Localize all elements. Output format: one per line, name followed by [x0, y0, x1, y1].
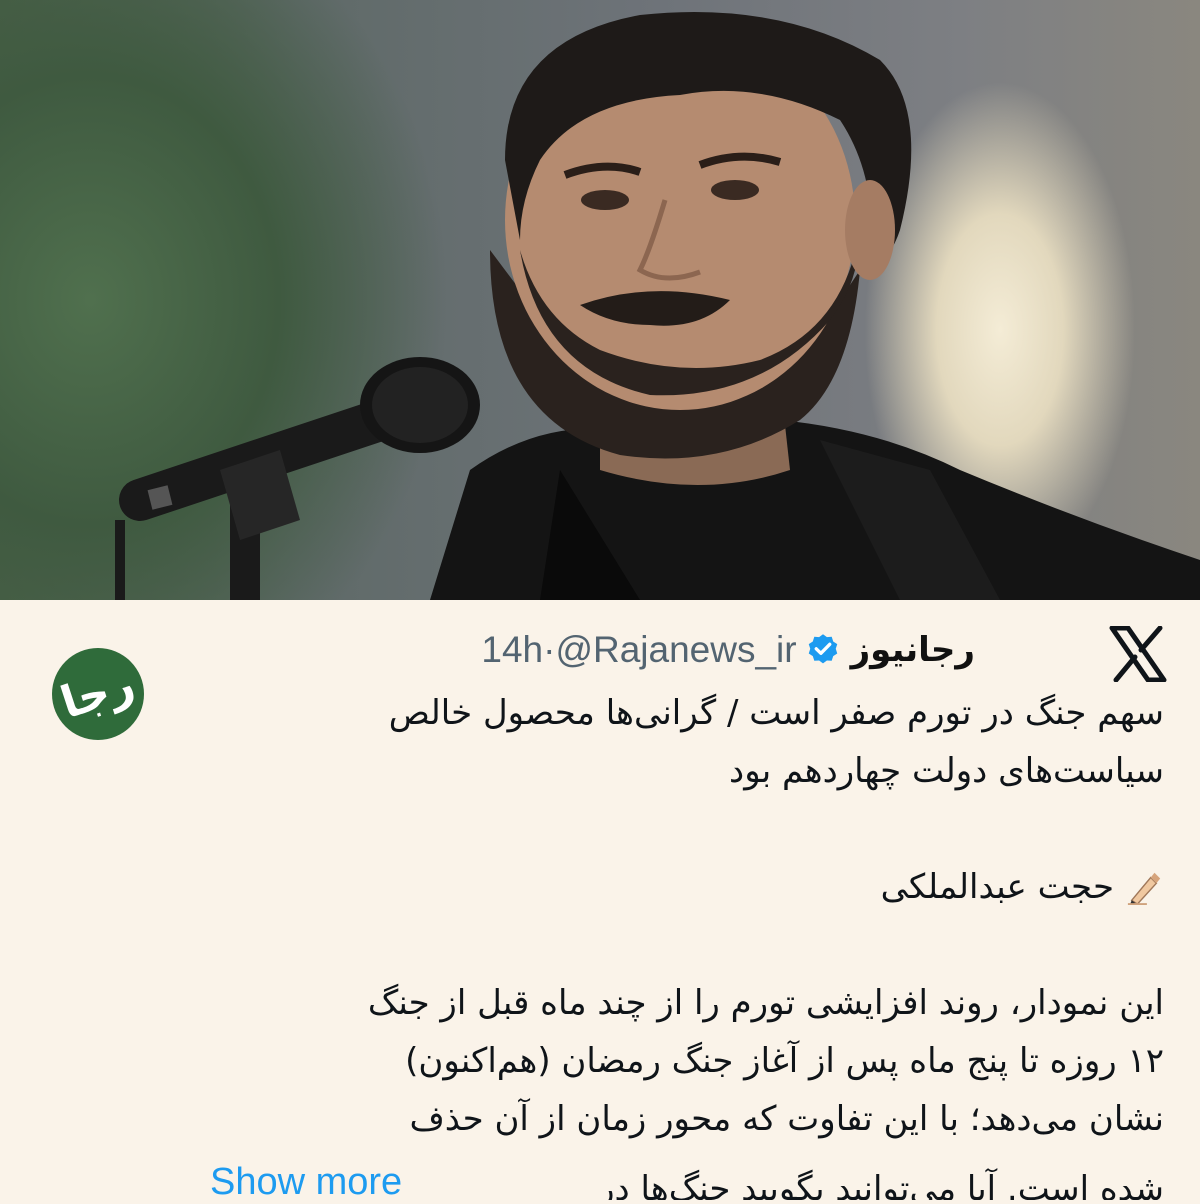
text-line: ۱۲ روزه تا پنج ماه پس از آغاز جنگ رمضان … [405, 1041, 1164, 1081]
x-logo-icon[interactable] [1108, 626, 1168, 682]
text-line: سهم جنگ در تورم صفر است / گرانی‌ها محصول… [388, 693, 1164, 733]
show-more-link[interactable]: Show more [210, 1160, 421, 1204]
avatar[interactable]: رجا [52, 648, 144, 740]
text-line-truncated: شده است. آیا می‌توانید بگویید جنگ‌ها در [598, 1169, 1164, 1200]
verified-badge-icon [808, 634, 837, 664]
author-line: حجت عبدالملکی [164, 858, 1164, 916]
text-line: نشان می‌دهد؛ با این تفاوت که محور زمان ا… [409, 1099, 1164, 1139]
separator-dot: · [543, 629, 556, 670]
writing-hand-icon [1127, 872, 1161, 906]
photo-illustration [114, 12, 1200, 600]
post-time[interactable]: 14h [481, 629, 543, 671]
author-name: حجت عبدالملکی [880, 867, 1114, 907]
user-handle[interactable]: @Rajanews_ir [555, 629, 796, 671]
text-line: این نمودار، روند افزایشی تورم را از چند … [367, 983, 1164, 1023]
post-photo[interactable] [0, 0, 1200, 600]
display-name[interactable]: رجانیوز [851, 630, 975, 670]
post-header: رجانیوز @Rajanews_ir · 14h [481, 622, 975, 678]
text-line: سیاست‌های دولت چهاردهم بود [729, 751, 1164, 791]
post-text: سهم جنگ در تورم صفر است / گرانی‌ها محصول… [164, 684, 1164, 1148]
avatar-logo-text: رجا [54, 657, 141, 730]
